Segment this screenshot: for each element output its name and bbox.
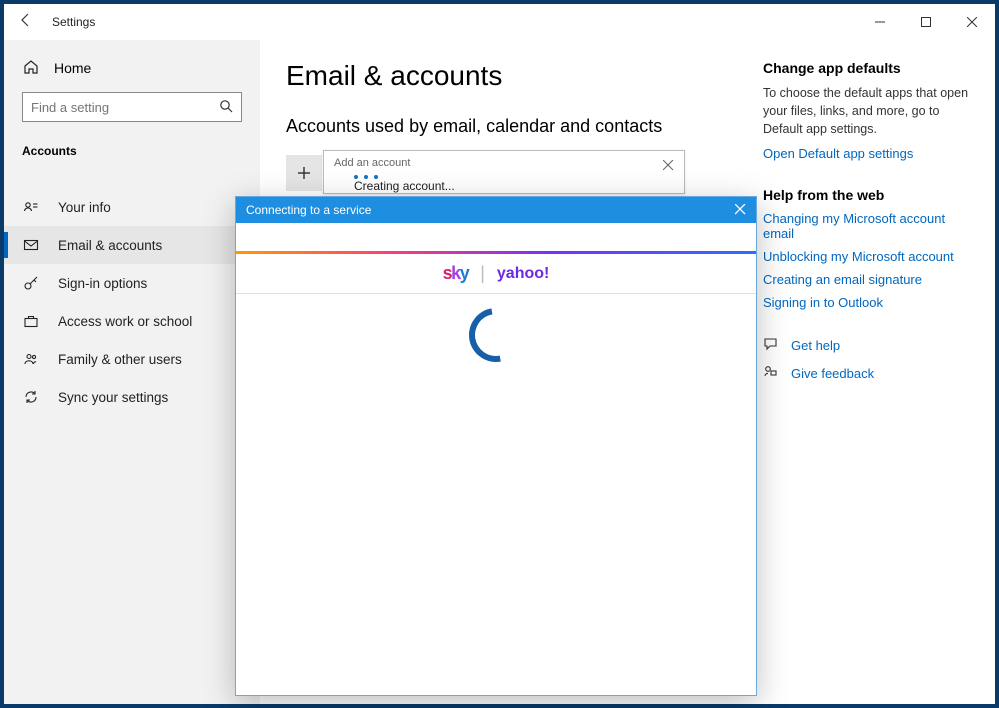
- search-input[interactable]: [31, 100, 219, 115]
- close-button[interactable]: [949, 7, 995, 37]
- change-defaults-heading: Change app defaults: [763, 60, 971, 76]
- sidebar-item-label: Email & accounts: [58, 238, 162, 253]
- sidebar-item-sync-settings[interactable]: Sync your settings: [4, 378, 260, 416]
- dialog-titlebar: Connecting to a service: [236, 197, 756, 223]
- section-heading: Accounts used by email, calendar and con…: [286, 116, 753, 137]
- people-icon: [22, 350, 40, 368]
- search-icon: [219, 99, 233, 116]
- get-help-label: Get help: [791, 338, 840, 353]
- minimize-button[interactable]: [857, 7, 903, 37]
- sidebar-nav: Your info Email & accounts Sign-in optio…: [4, 170, 260, 416]
- popup-status-message: Creating account...: [354, 179, 674, 193]
- yahoo-logo: yahoo!: [497, 265, 549, 283]
- give-feedback-link[interactable]: Give feedback: [763, 364, 971, 382]
- sidebar: Home Accounts Your info Emai: [4, 40, 260, 704]
- help-link[interactable]: Signing in to Outlook: [763, 295, 971, 310]
- home-icon: [22, 59, 40, 78]
- help-link[interactable]: Unblocking my Microsoft account: [763, 249, 971, 264]
- popup-close-button[interactable]: [663, 159, 674, 174]
- feedback-icon: [763, 364, 779, 382]
- sidebar-section-label: Accounts: [4, 134, 260, 170]
- get-help-link[interactable]: Get help: [763, 336, 971, 354]
- window-title: Settings: [48, 15, 95, 29]
- help-from-web-heading: Help from the web: [763, 187, 971, 203]
- dialog-title: Connecting to a service: [246, 203, 371, 217]
- give-feedback-label: Give feedback: [791, 366, 874, 381]
- search-box[interactable]: [22, 92, 242, 122]
- loading-spinner-icon: [458, 297, 533, 372]
- connecting-dialog: Connecting to a service sky | yahoo!: [235, 196, 757, 696]
- home-button[interactable]: Home: [4, 50, 260, 86]
- add-account-popup: Add an account Creating account...: [323, 150, 685, 194]
- sidebar-item-label: Sign-in options: [58, 276, 147, 291]
- sidebar-item-email-accounts[interactable]: Email & accounts: [4, 226, 260, 264]
- sidebar-item-sign-in-options[interactable]: Sign-in options: [4, 264, 260, 302]
- brand-row: sky | yahoo!: [236, 254, 756, 294]
- sidebar-item-label: Access work or school: [58, 314, 192, 329]
- maximize-button[interactable]: [903, 7, 949, 37]
- brand-separator: |: [480, 263, 485, 284]
- sidebar-item-label: Sync your settings: [58, 390, 168, 405]
- aside-panel: Change app defaults To choose the defaul…: [753, 60, 971, 704]
- sky-logo: sky: [443, 263, 469, 284]
- briefcase-icon: [22, 312, 40, 330]
- dialog-close-button[interactable]: [735, 203, 746, 218]
- mail-icon: [22, 236, 40, 254]
- sidebar-item-label: Your info: [58, 200, 111, 215]
- popup-title: Add an account: [334, 157, 674, 169]
- sync-icon: [22, 388, 40, 406]
- change-defaults-description: To choose the default apps that open you…: [763, 84, 971, 138]
- sidebar-item-label: Family & other users: [58, 352, 182, 367]
- home-label: Home: [54, 60, 91, 76]
- titlebar: Settings: [4, 4, 995, 40]
- plus-icon: [286, 155, 322, 191]
- sidebar-item-family-other-users[interactable]: Family & other users: [4, 340, 260, 378]
- help-link[interactable]: Creating an email signature: [763, 272, 971, 287]
- person-card-icon: [22, 198, 40, 216]
- chat-icon: [763, 336, 779, 354]
- sidebar-item-access-work-school[interactable]: Access work or school: [4, 302, 260, 340]
- help-link[interactable]: Changing my Microsoft account email: [763, 211, 971, 241]
- open-default-apps-link[interactable]: Open Default app settings: [763, 146, 971, 161]
- page-title: Email & accounts: [286, 60, 753, 92]
- back-button[interactable]: [4, 13, 48, 31]
- sidebar-item-your-info[interactable]: Your info: [4, 188, 260, 226]
- key-icon: [22, 274, 40, 292]
